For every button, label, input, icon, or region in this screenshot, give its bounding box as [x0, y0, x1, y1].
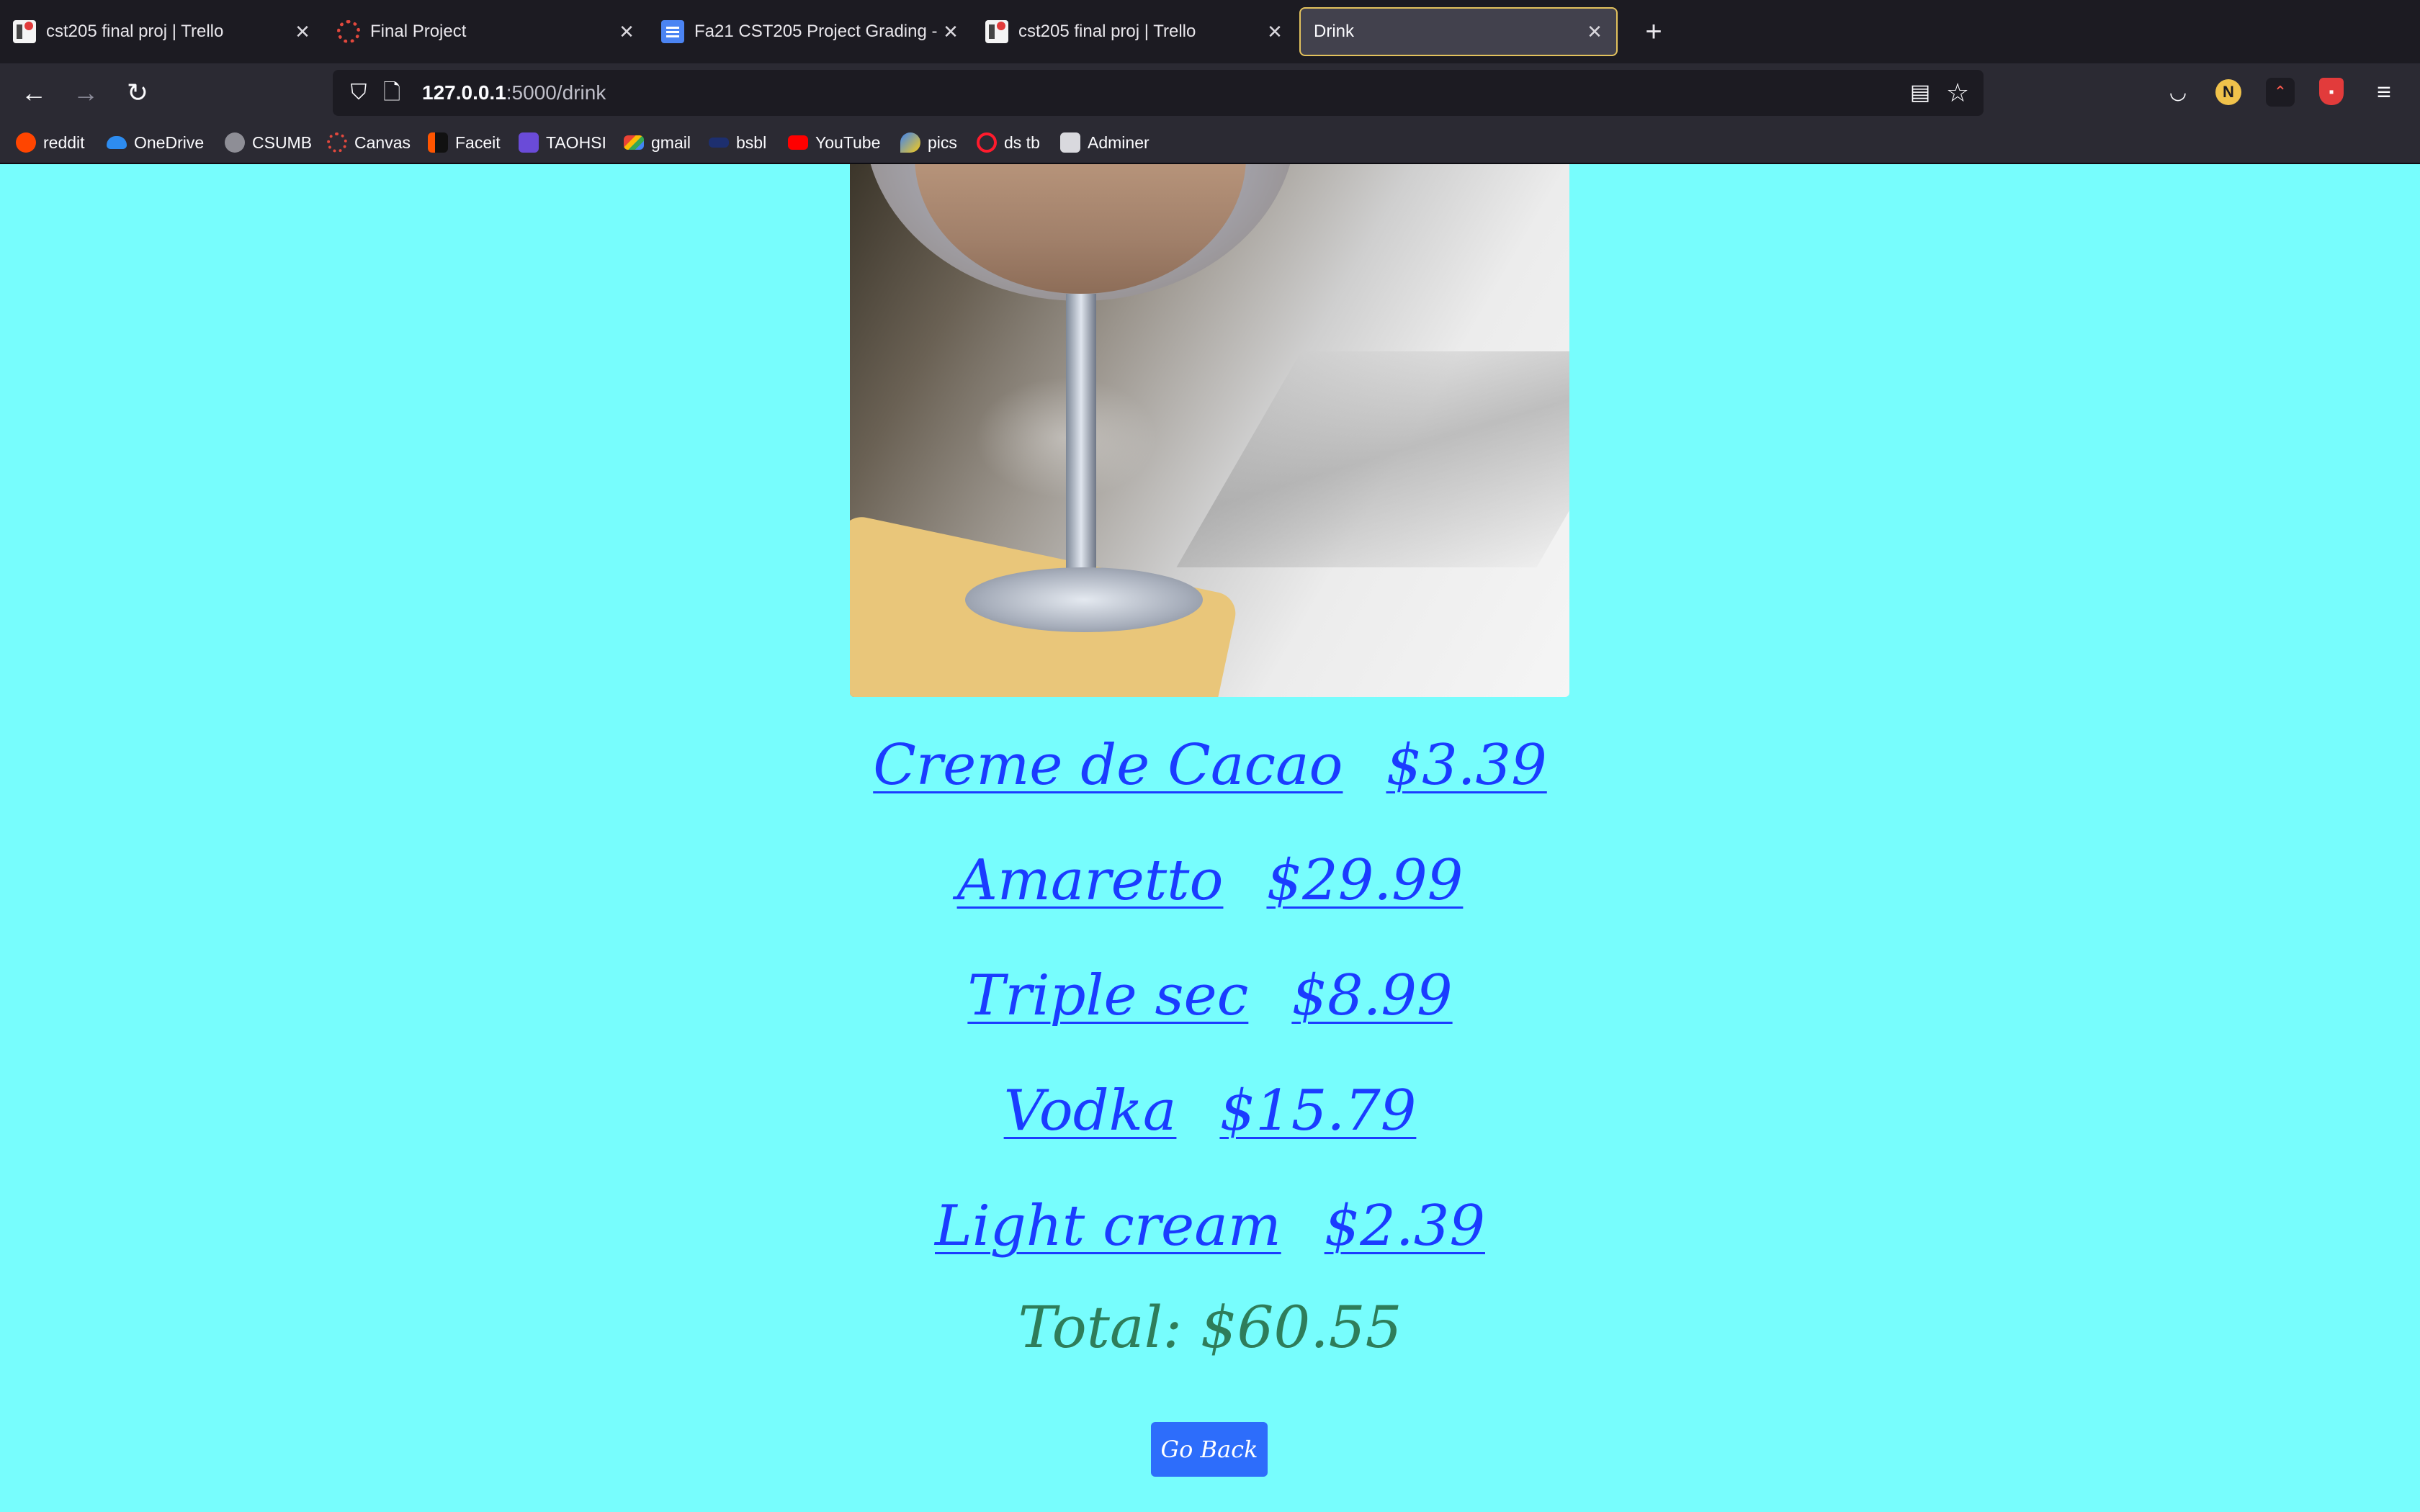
youtube-icon: [788, 135, 808, 150]
ingredient-link[interactable]: Light cream $2.39: [935, 1194, 1485, 1259]
bookmark-canvas[interactable]: Canvas: [327, 128, 411, 157]
bookmark-gmail[interactable]: gmail: [624, 128, 691, 157]
ingredient-link[interactable]: Creme de Cacao $3.39: [873, 733, 1547, 798]
extension-icon[interactable]: ⌃: [2266, 78, 2295, 107]
close-icon[interactable]: ✕: [291, 21, 314, 43]
close-icon[interactable]: ✕: [615, 21, 638, 43]
bookmark-ds-tb[interactable]: ds tb: [977, 128, 1040, 157]
url-host: 127.0.0.1: [422, 81, 506, 104]
close-icon[interactable]: ✕: [1263, 21, 1286, 43]
bookmark-label: gmail: [651, 132, 691, 152]
tab-final-project[interactable]: Final Project ✕: [324, 7, 648, 56]
back-arrow-icon[interactable]: ←: [14, 73, 53, 112]
pocket-icon[interactable]: ◡: [2164, 78, 2192, 107]
total-price: Total: $60.55: [1018, 1294, 1402, 1361]
bookmark-adminer[interactable]: Adminer: [1060, 128, 1150, 157]
ingredient-item: Vodka $15.79: [0, 1083, 2420, 1139]
bookmark-label: Faceit: [455, 132, 501, 152]
reddit-icon: [16, 132, 36, 153]
ingredient-name: Vodka: [1003, 1079, 1177, 1143]
bookmark-onedrive[interactable]: OneDrive: [107, 128, 204, 157]
ingredient-name: Triple sec: [967, 963, 1249, 1028]
ingredient-link[interactable]: Vodka $15.79: [1004, 1079, 1417, 1143]
bookmark-taohsi[interactable]: TAOHSI: [519, 128, 606, 157]
faceit-icon: [428, 132, 448, 153]
ingredient-name: Amaretto: [956, 848, 1224, 913]
ingredient-name: Light cream: [935, 1194, 1281, 1259]
navigation-toolbar: ← → ↻ ⛉ 🗋 127.0.0.1:5000/drink ▤ ☆ ◡ N ⌃…: [0, 63, 2420, 122]
bookmark-csumb[interactable]: CSUMB: [225, 128, 312, 157]
ingredient-price: $3.39: [1386, 733, 1547, 798]
drink-image: [850, 164, 1569, 697]
onedrive-icon: [107, 136, 127, 149]
bookmark-pics[interactable]: pics: [900, 128, 957, 157]
ingredient-name: Creme de Cacao: [873, 733, 1343, 798]
ingredient-price: $29.99: [1266, 848, 1464, 913]
tab-title: cst205 final proj | Trello: [1018, 22, 1196, 41]
bookmark-bsbl[interactable]: bsbl: [709, 128, 766, 157]
pics-icon: [900, 132, 920, 153]
ingredient-price: $15.79: [1219, 1079, 1417, 1143]
tab-title: Final Project: [370, 22, 467, 41]
menu-icon[interactable]: ≡: [2370, 78, 2398, 107]
trello-icon: [985, 20, 1008, 43]
reader-view-icon[interactable]: ▤: [1907, 80, 1933, 106]
bookmarks-toolbar: reddit OneDrive CSUMB Canvas Faceit TAOH…: [0, 122, 2420, 164]
reload-icon[interactable]: ↻: [118, 73, 157, 112]
bookmark-youtube[interactable]: YouTube: [788, 128, 880, 157]
bookmark-label: CSUMB: [252, 132, 313, 152]
tab-project-grading[interactable]: Fa21 CST205 Project Grading - ✕: [648, 7, 972, 56]
ingredient-item: Triple sec $8.99: [0, 968, 2420, 1024]
go-back-button[interactable]: Go Back: [1151, 1422, 1268, 1477]
bookmark-star-icon[interactable]: ☆: [1943, 78, 1972, 107]
ingredient-item: Light cream $2.39: [0, 1198, 2420, 1254]
bookmark-label: OneDrive: [134, 132, 205, 152]
bookmark-label: bsbl: [736, 132, 767, 152]
new-tab-button[interactable]: +: [1635, 13, 1672, 50]
bookmark-label: reddit: [43, 132, 85, 152]
bookmark-reddit[interactable]: reddit: [16, 128, 85, 157]
adminer-icon: [1060, 132, 1080, 153]
ingredient-price: $8.99: [1291, 963, 1453, 1028]
shield-icon[interactable]: ⛉: [346, 80, 372, 106]
bookmark-faceit[interactable]: Faceit: [428, 128, 501, 157]
page-content: Creme de Cacao $3.39 Amaretto $29.99 Tripl…: [0, 164, 2420, 1512]
tab-trello-2[interactable]: cst205 final proj | Trello ✕: [972, 7, 1296, 56]
url-path: :5000/drink: [506, 81, 606, 104]
forward-arrow-icon[interactable]: →: [66, 73, 105, 112]
bookmark-label: pics: [928, 132, 957, 152]
csumb-icon: [225, 132, 245, 153]
canvas-icon: [327, 132, 347, 153]
ingredient-item: Amaretto $29.99: [0, 852, 2420, 909]
profile-avatar[interactable]: N: [2215, 79, 2241, 105]
close-icon[interactable]: ✕: [939, 21, 962, 43]
bookmark-label: Adminer: [1088, 132, 1150, 152]
tab-title: cst205 final proj | Trello: [46, 22, 224, 41]
tab-strip: cst205 final proj | Trello ✕ Final Proje…: [0, 0, 2420, 63]
gmail-icon: [624, 135, 644, 150]
bookmark-label: Canvas: [354, 132, 411, 152]
ingredient-price: $2.39: [1324, 1194, 1485, 1259]
tab-title: Drink: [1314, 22, 1355, 41]
bookmark-label: YouTube: [815, 132, 881, 152]
address-bar[interactable]: ⛉ 🗋 127.0.0.1:5000/drink ▤ ☆: [333, 70, 1984, 116]
tab-trello-1[interactable]: cst205 final proj | Trello ✕: [0, 7, 324, 56]
bookmark-label: TAOHSI: [546, 132, 606, 152]
tab-title: Fa21 CST205 Project Grading -: [694, 22, 938, 41]
canvas-icon: [337, 20, 360, 43]
ingredient-item: Creme de Cacao $3.39: [0, 737, 2420, 793]
list-icon: [519, 132, 539, 153]
google-docs-icon: [661, 20, 684, 43]
url-text[interactable]: 127.0.0.1:5000/drink: [422, 70, 606, 116]
tab-drink[interactable]: Drink ✕: [1299, 7, 1618, 56]
trello-icon: [13, 20, 36, 43]
bsbl-icon: [709, 138, 729, 148]
ingredient-link[interactable]: Triple sec $8.99: [967, 963, 1452, 1028]
ingredient-link[interactable]: Amaretto $29.99: [957, 848, 1464, 913]
bookmark-label: ds tb: [1004, 132, 1040, 152]
ublock-icon[interactable]: ▪: [2319, 78, 2344, 105]
close-icon[interactable]: ✕: [1583, 21, 1606, 43]
opera-icon: [977, 132, 997, 153]
page-icon[interactable]: 🗋: [379, 80, 405, 106]
